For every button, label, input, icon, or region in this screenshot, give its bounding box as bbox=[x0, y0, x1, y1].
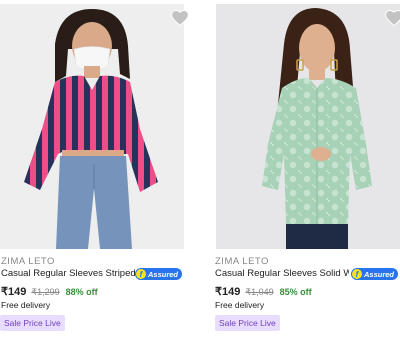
product-image[interactable] bbox=[216, 4, 400, 249]
product-title[interactable]: Casual Regular Sleeves Striped W... bbox=[1, 268, 135, 279]
delivery-info: Free delivery bbox=[1, 300, 51, 310]
selling-price: ₹149 bbox=[1, 286, 27, 298]
discount-label: 85% off bbox=[279, 287, 312, 297]
sale-badge: Sale Price Live bbox=[215, 315, 280, 331]
product-card[interactable]: ZIMA LETO Casual Regular Sleeves Solid W… bbox=[208, 0, 400, 343]
product-title[interactable]: Casual Regular Sleeves Solid Wo... bbox=[215, 268, 349, 279]
flipkart-f-icon: f bbox=[352, 269, 362, 279]
product-brand[interactable]: ZIMA LETO bbox=[215, 256, 269, 267]
product-card[interactable]: ZIMA LETO Casual Regular Sleeves Striped… bbox=[0, 0, 208, 343]
price-row: ₹149 ₹1,299 88% off bbox=[1, 285, 98, 298]
discount-label: 88% off bbox=[65, 287, 98, 297]
product-brand[interactable]: ZIMA LETO bbox=[1, 256, 55, 267]
flipkart-f-icon: f bbox=[136, 269, 146, 279]
delivery-info: Free delivery bbox=[215, 300, 265, 310]
sale-badge: Sale Price Live bbox=[0, 315, 65, 331]
product-image[interactable] bbox=[0, 4, 184, 249]
heart-icon bbox=[170, 8, 190, 28]
original-price: ₹1,299 bbox=[31, 287, 60, 297]
assured-badge: f Assured bbox=[135, 268, 183, 280]
wishlist-button[interactable] bbox=[384, 8, 400, 28]
original-price: ₹1,049 bbox=[245, 287, 274, 297]
heart-icon bbox=[384, 8, 400, 28]
wishlist-button[interactable] bbox=[170, 8, 190, 28]
assured-badge: f Assured bbox=[351, 268, 399, 280]
price-row: ₹149 ₹1,049 85% off bbox=[215, 285, 312, 298]
selling-price: ₹149 bbox=[215, 286, 241, 298]
